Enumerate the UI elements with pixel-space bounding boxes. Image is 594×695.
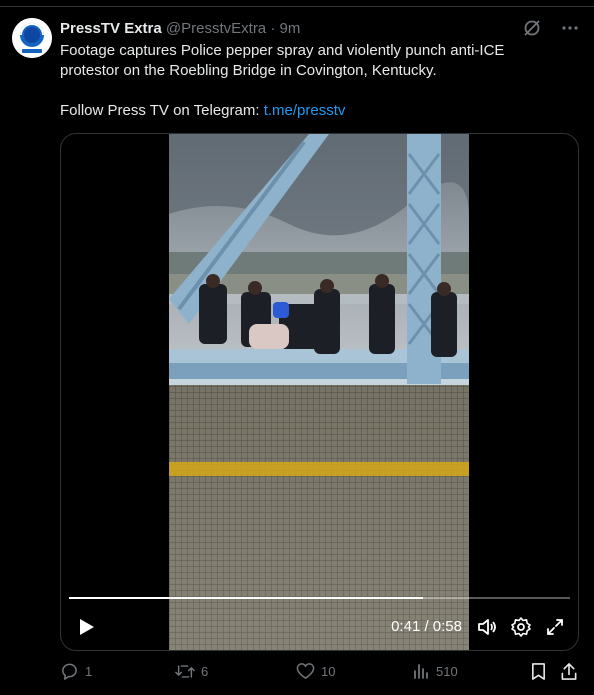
author-handle[interactable]: @PresstvExtra xyxy=(166,20,266,37)
like-button[interactable]: 10 xyxy=(296,662,335,680)
video-frame[interactable] xyxy=(169,134,469,650)
more-icon[interactable] xyxy=(560,18,580,38)
repost-button[interactable]: 6 xyxy=(175,662,208,681)
video-time: 0:41 / 0:58 xyxy=(391,618,462,635)
post-body: Footage captures Police pepper spray and… xyxy=(60,42,505,79)
presstv-logo-icon xyxy=(12,18,52,58)
like-count: 10 xyxy=(321,663,336,679)
grok-icon[interactable] xyxy=(522,18,542,38)
views-icon xyxy=(414,664,428,679)
reply-icon xyxy=(62,663,77,680)
video-progress-bar[interactable] xyxy=(69,597,570,599)
tweet-text: Footage captures Police pepper spray and… xyxy=(60,41,560,121)
reply-count: 1 xyxy=(85,664,93,679)
header-actions xyxy=(522,18,580,38)
author-name[interactable]: PressTV Extra xyxy=(60,20,162,37)
volume-button[interactable] xyxy=(476,616,498,643)
fullscreen-button[interactable] xyxy=(544,616,566,643)
telegram-link[interactable]: t.me/presstv xyxy=(264,102,346,119)
view-count: 510 xyxy=(436,663,458,679)
tweet-actions: 1 6 10 510 xyxy=(60,662,580,686)
post-timestamp[interactable]: 9m xyxy=(280,20,301,37)
follow-prefix: Follow Press TV on Telegram: xyxy=(60,102,264,119)
volume-icon xyxy=(478,619,496,635)
repost-count: 6 xyxy=(201,664,209,679)
settings-icon xyxy=(511,617,531,637)
settings-button[interactable] xyxy=(510,616,532,643)
share-icon xyxy=(561,663,577,680)
follow-line: Follow Press TV on Telegram: t.me/presst… xyxy=(60,101,560,121)
play-icon xyxy=(80,619,94,635)
divider xyxy=(0,6,594,7)
video-thumbnail xyxy=(169,134,469,650)
video-player[interactable]: 0:41 / 0:58 xyxy=(60,133,579,651)
video-progress-fill xyxy=(69,597,424,599)
views-button[interactable]: 510 xyxy=(412,662,458,680)
reply-button[interactable]: 1 xyxy=(60,662,92,681)
tweet-header: PressTV Extra @PresstvExtra · 9m xyxy=(60,19,300,39)
play-button[interactable] xyxy=(75,616,97,643)
video-controls: 0:41 / 0:58 xyxy=(61,612,578,642)
share-button[interactable] xyxy=(560,662,578,681)
tweet-article[interactable]: PressTV Extra @PresstvExtra · 9m Footage… xyxy=(0,0,594,695)
bookmark-icon xyxy=(532,663,545,680)
fullscreen-icon xyxy=(547,619,563,635)
bookmark-button[interactable] xyxy=(530,662,547,681)
repost-icon xyxy=(175,665,195,678)
separator-dot: · xyxy=(270,20,276,37)
like-icon xyxy=(296,663,315,679)
avatar[interactable] xyxy=(12,18,52,58)
